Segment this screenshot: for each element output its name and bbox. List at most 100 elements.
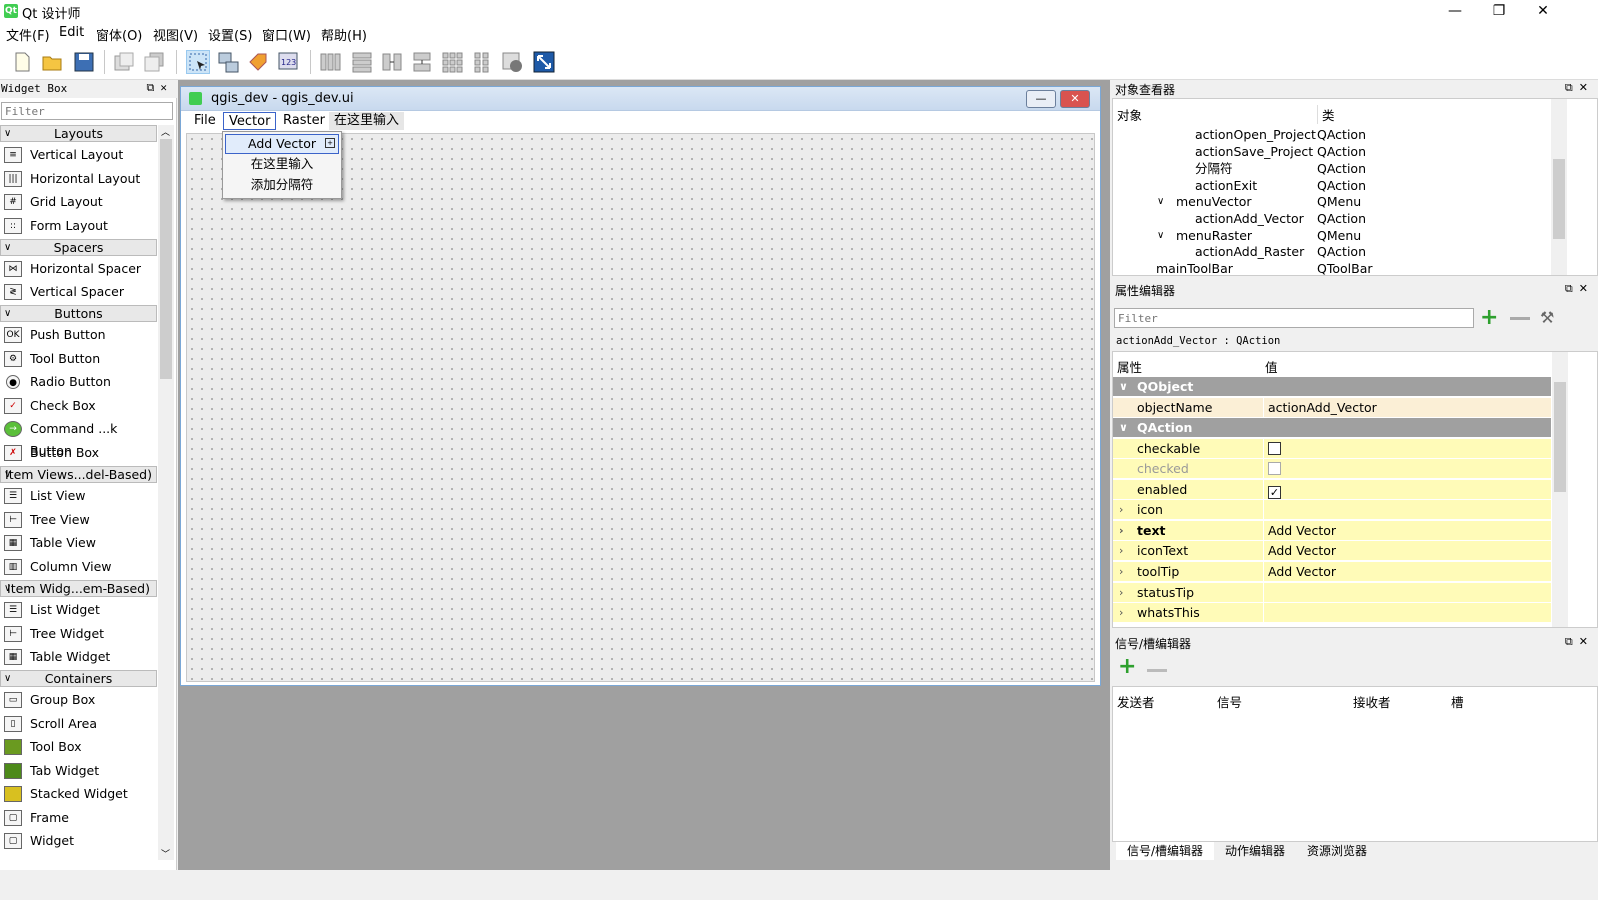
col-sender[interactable]: 发送者 — [1117, 692, 1155, 711]
col-object[interactable]: 对象 — [1117, 105, 1142, 124]
close-button[interactable]: ✕ — [1520, 0, 1566, 22]
widget-horizontal-layout[interactable]: ||| Horizontal Layout — [4, 168, 154, 190]
widget-radio-button[interactable]: ● Radio Button — [4, 371, 154, 393]
close-icon[interactable]: ✕ — [160, 81, 173, 94]
form-menu-vector[interactable]: Vector — [223, 112, 277, 130]
category-containers[interactable]: ∨ Containers — [0, 670, 157, 687]
property-row-checkable[interactable]: checkable — [1113, 439, 1551, 459]
connections-table[interactable]: 发送者 信号 接收者 槽 — [1112, 686, 1598, 842]
property-row-tooltip[interactable]: › toolTip Add Vector — [1113, 562, 1551, 582]
tree-row[interactable]: actionOpen_Project QAction — [1113, 126, 1553, 143]
group-qaction[interactable]: ∨ QAction — [1113, 418, 1551, 438]
widget-table-view[interactable]: ▦ Table View — [4, 532, 154, 554]
remove-connection-icon[interactable] — [1147, 669, 1167, 672]
menu-settings[interactable]: 设置(S) — [208, 25, 252, 44]
tree-row[interactable]: 分隔符 QAction — [1113, 160, 1553, 177]
save-icon[interactable] — [72, 50, 96, 74]
property-filter-input[interactable] — [1114, 308, 1474, 328]
property-row-whatsthis[interactable]: › whatsThis — [1113, 603, 1551, 623]
form-menu-file[interactable]: File — [189, 112, 221, 130]
widget-horizontal-spacer[interactable]: ⋈ Horizontal Spacer — [4, 258, 154, 280]
widget-widget[interactable]: ▢ Widget — [4, 830, 154, 852]
widget-tool-box[interactable]: Tool Box — [4, 736, 154, 758]
close-icon[interactable]: ✕ — [1579, 282, 1594, 295]
tree-row[interactable]: actionAdd_Vector QAction — [1113, 210, 1553, 227]
widget-list-view[interactable]: ☰ List View — [4, 485, 154, 507]
widget-button-box[interactable]: ✗ Button Box — [4, 442, 154, 464]
form-menu-type-here[interactable]: 在这里输入 — [329, 112, 405, 130]
object-inspector-scrollbar[interactable] — [1551, 99, 1567, 275]
maximize-button[interactable]: ❐ — [1476, 0, 1522, 22]
menu-help[interactable]: 帮助(H) — [321, 25, 367, 44]
menu-window[interactable]: 窗口(W) — [262, 25, 311, 44]
property-row-icon[interactable]: › icon — [1113, 500, 1551, 520]
layout-splitter-v-icon[interactable] — [410, 50, 434, 74]
menu-edit[interactable]: Edit — [59, 25, 84, 40]
form-menu-raster[interactable]: Raster — [278, 112, 330, 130]
group-qobject[interactable]: ∨ QObject — [1113, 377, 1551, 397]
property-row-checked[interactable]: checked — [1113, 459, 1551, 479]
tree-row[interactable]: ∨ menuRaster QMenu — [1113, 227, 1553, 244]
widget-form-layout[interactable]: :: Form Layout — [4, 215, 154, 237]
minimize-button[interactable]: — — [1432, 0, 1478, 22]
adjust-size-icon[interactable] — [532, 50, 556, 74]
tree-row[interactable]: actionAdd_Raster QAction — [1113, 243, 1553, 260]
close-icon[interactable]: ✕ — [1579, 635, 1594, 648]
col-class[interactable]: 类 — [1317, 105, 1335, 124]
col-slot[interactable]: 槽 — [1451, 692, 1464, 711]
checkable-checkbox[interactable] — [1268, 442, 1281, 455]
property-editor-scrollbar[interactable] — [1552, 352, 1568, 627]
tree-row[interactable]: mainToolBar QToolBar — [1113, 260, 1553, 275]
property-row-enabled[interactable]: enabled ✓ — [1113, 480, 1551, 500]
widget-stacked-widget[interactable]: Stacked Widget — [4, 783, 154, 805]
float-icon[interactable]: ⧉ — [147, 81, 161, 94]
col-receiver[interactable]: 接收者 — [1353, 692, 1391, 711]
layout-vertical-icon[interactable] — [350, 50, 374, 74]
widget-vertical-layout[interactable]: ≡ Vertical Layout — [4, 144, 154, 166]
layout-splitter-h-icon[interactable] — [380, 50, 404, 74]
form-canvas[interactable] — [186, 133, 1095, 682]
popup-type-here[interactable]: 在这里输入 — [225, 155, 339, 175]
col-property[interactable]: 属性 — [1117, 357, 1142, 376]
menu-file[interactable]: 文件(F) — [6, 25, 50, 44]
widget-grid-layout[interactable]: # Grid Layout — [4, 191, 154, 213]
property-row-statustip[interactable]: › statusTip — [1113, 583, 1551, 603]
widget-vertical-spacer[interactable]: ≷ Vertical Spacer — [4, 281, 154, 303]
edit-buddies-icon[interactable] — [246, 50, 270, 74]
category-layouts[interactable]: ∨ Layouts — [0, 125, 157, 142]
menu-view[interactable]: 视图(V) — [153, 25, 198, 44]
category-buttons[interactable]: ∨ Buttons — [0, 305, 157, 322]
layout-horizontal-icon[interactable] — [318, 50, 342, 74]
widget-check-box[interactable]: ✓ Check Box — [4, 395, 154, 417]
widget-push-button[interactable]: OK Push Button — [4, 324, 154, 346]
add-connection-icon[interactable]: + — [1118, 656, 1136, 678]
widget-scroll-area[interactable]: ▯ Scroll Area — [4, 713, 154, 735]
scroll-thumb[interactable] — [160, 139, 172, 379]
widget-group-box[interactable]: ▭ Group Box — [4, 689, 154, 711]
checked-checkbox[interactable] — [1268, 462, 1281, 475]
add-dynamic-property-icon[interactable]: + — [1480, 305, 1498, 330]
category-item-views[interactable]: ∨ Item Views...del-Based) — [0, 466, 157, 483]
remove-property-icon[interactable] — [1510, 317, 1530, 320]
popup-add-vector[interactable]: Add Vector + — [225, 134, 339, 154]
send-back-icon[interactable] — [142, 50, 166, 74]
category-item-widgets[interactable]: ∨ Item Widg...em-Based) — [0, 580, 157, 597]
float-icon[interactable]: ⧉ — [1565, 81, 1579, 94]
edit-widgets-icon[interactable] — [186, 50, 210, 74]
tree-row[interactable]: ∨ menuVector QMenu — [1113, 193, 1553, 210]
menu-form[interactable]: 窗体(O) — [96, 25, 142, 44]
object-inspector-tree[interactable]: 对象 类 actionOpen_Project QAction actionSav… — [1112, 98, 1598, 276]
col-value[interactable]: 值 — [1265, 357, 1278, 376]
scroll-thumb[interactable] — [1553, 159, 1565, 239]
widget-frame[interactable]: ▢ Frame — [4, 807, 154, 829]
form-close-button[interactable]: ✕ — [1060, 90, 1090, 108]
tab-action-editor[interactable]: 动作编辑器 — [1216, 842, 1294, 860]
close-icon[interactable]: ✕ — [1579, 81, 1594, 94]
form-minimize-button[interactable]: — — [1026, 90, 1056, 108]
edit-tab-order-icon[interactable]: 123 — [276, 50, 300, 74]
property-row-icontext[interactable]: › iconText Add Vector — [1113, 541, 1551, 561]
category-spacers[interactable]: ∨ Spacers — [0, 239, 157, 256]
new-file-icon[interactable] — [10, 50, 34, 74]
float-icon[interactable]: ⧉ — [1565, 282, 1579, 295]
break-layout-icon[interactable] — [500, 50, 524, 74]
